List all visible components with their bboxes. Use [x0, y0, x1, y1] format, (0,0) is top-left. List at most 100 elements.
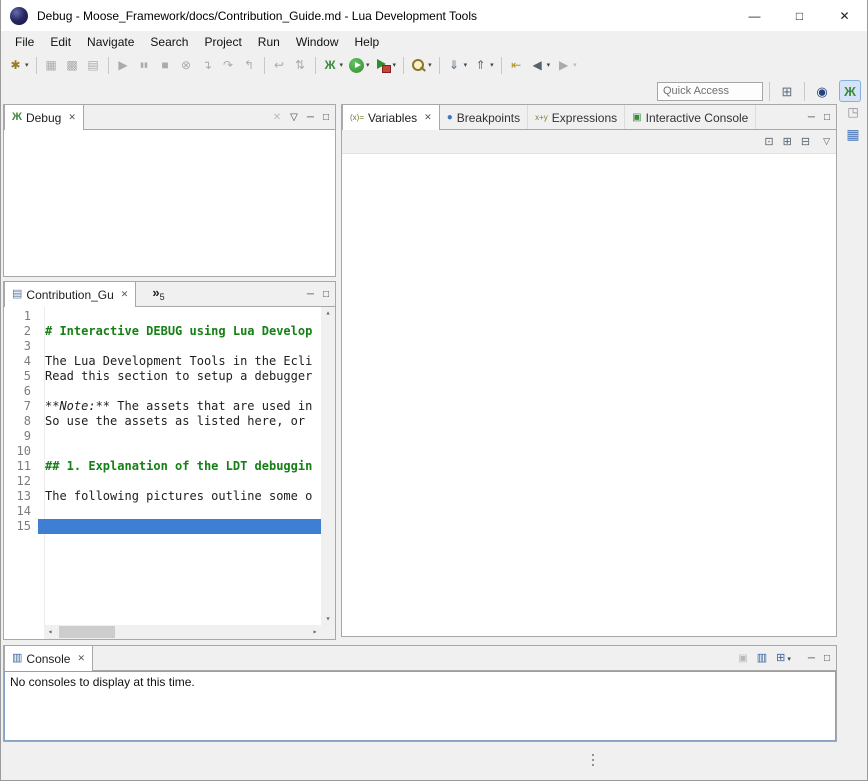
dropdown-arrow-icon[interactable]: ▾ — [428, 61, 432, 69]
menu-file[interactable]: File — [7, 33, 42, 51]
dropdown-arrow-icon[interactable]: ▾ — [393, 61, 397, 69]
dropdown-arrow-icon[interactable]: ▾ — [573, 61, 577, 69]
editor-line[interactable]: 4The Lua Development Tools in the Ecli — [4, 354, 321, 369]
terminate-button[interactable]: ■ — [156, 54, 175, 76]
next-annotation-button[interactable]: ⇓▾ — [445, 54, 470, 76]
menu-edit[interactable]: Edit — [42, 33, 79, 51]
show-logical-structures-button[interactable]: ⊞ — [783, 135, 792, 148]
open-console-button[interactable]: ⊞ ▾ — [776, 653, 791, 664]
quick-access-input[interactable] — [657, 82, 763, 101]
dropdown-arrow-icon[interactable]: ▾ — [490, 61, 494, 69]
save-all-button[interactable]: ▩ — [63, 54, 82, 76]
back-button[interactable]: ◀▾ — [528, 54, 553, 76]
tab-close-icon[interactable]: ✕ — [121, 289, 129, 300]
maximize-button[interactable]: □ — [323, 113, 329, 123]
perspective-debug-button[interactable]: Ж — [839, 80, 861, 102]
suspend-button[interactable]: ▮▮ — [135, 54, 154, 76]
minimize-button[interactable]: ─ — [808, 654, 815, 664]
editor-line[interactable]: 3 — [4, 339, 321, 354]
editor-line[interactable]: 14 — [4, 504, 321, 519]
menu-navigate[interactable]: Navigate — [79, 33, 142, 51]
tab-interactive-console[interactable]: ▣Interactive Console — [625, 105, 756, 130]
tab-variables[interactable]: (x)=Variables✕ — [342, 105, 440, 130]
run-button[interactable]: ▾ — [347, 54, 372, 76]
dropdown-arrow-icon[interactable]: ▾ — [547, 61, 551, 69]
debug-view-content[interactable] — [4, 130, 335, 276]
menu-run[interactable]: Run — [250, 33, 288, 51]
perspective-ldt-button[interactable]: ◉ — [811, 80, 833, 102]
editor-line[interactable]: 7**Note:** The assets that are used in — [4, 399, 321, 414]
search-button[interactable]: ▾ — [409, 54, 434, 76]
window-minimize-button[interactable]: — — [732, 0, 777, 31]
editor-line[interactable]: 15 — [4, 519, 321, 534]
print-button[interactable]: ▤ — [84, 54, 103, 76]
trim-drag-handle[interactable] — [591, 752, 595, 768]
editor-vertical-scrollbar[interactable]: ▴ ▾ — [321, 307, 335, 625]
editor-line[interactable]: 5Read this section to setup a debugger — [4, 369, 321, 384]
maximize-button[interactable]: □ — [323, 290, 329, 300]
editor-line[interactable]: 12 — [4, 474, 321, 489]
hidden-editors-indicator[interactable]: » 5 — [152, 282, 164, 307]
editor-line[interactable]: 8So use the assets as listed here, or — [4, 414, 321, 429]
scrollbar-thumb[interactable] — [59, 626, 115, 638]
step-return-button[interactable]: ↰ — [240, 54, 259, 76]
drop-to-frame-button[interactable]: ↩ — [270, 54, 289, 76]
editor-line[interactable]: 6 — [4, 384, 321, 399]
tab-debug[interactable]: Ж Debug ✕ — [4, 105, 84, 130]
menu-project[interactable]: Project — [196, 33, 249, 51]
menu-search[interactable]: Search — [142, 33, 196, 51]
new-wizard-button[interactable]: ✱▾ — [6, 54, 31, 76]
editor-line[interactable]: 13The following pictures outline some o — [4, 489, 321, 504]
editor-line[interactable]: 10 — [4, 444, 321, 459]
open-perspective-button[interactable]: ⊞ — [776, 80, 798, 102]
tab-console[interactable]: ▥ Console ✕ — [4, 646, 93, 671]
dropdown-arrow-icon[interactable]: ▾ — [787, 655, 791, 663]
tab-close-icon[interactable]: ✕ — [68, 112, 76, 123]
show-type-names-button[interactable]: ⊡ — [764, 135, 773, 148]
tab-contribution-guide[interactable]: ▤ Contribution_Gu ✕ — [4, 282, 136, 307]
use-step-filters-button[interactable]: ⇅ — [291, 54, 310, 76]
window-maximize-button[interactable]: □ — [777, 0, 822, 31]
disconnect-button[interactable]: ⊗ — [177, 54, 196, 76]
menu-help[interactable]: Help — [347, 33, 388, 51]
editor-content[interactable]: 12# Interactive DEBUG using Lua Develop3… — [4, 307, 335, 639]
dropdown-arrow-icon[interactable]: ▾ — [340, 61, 344, 69]
window-close-button[interactable]: ✕ — [822, 0, 867, 31]
dropdown-arrow-icon[interactable]: ▾ — [25, 61, 29, 69]
maximize-button[interactable]: □ — [824, 113, 830, 123]
tab-close-icon[interactable]: ✕ — [424, 112, 432, 123]
dropdown-arrow-icon[interactable]: ▾ — [366, 61, 370, 69]
save-button[interactable]: ▦ — [42, 54, 61, 76]
dropdown-arrow-icon[interactable]: ▾ — [464, 61, 468, 69]
editor-line[interactable]: 2# Interactive DEBUG using Lua Develop — [4, 324, 321, 339]
maximize-button[interactable]: □ — [824, 654, 830, 664]
scroll-down-icon[interactable]: ▾ — [326, 615, 331, 623]
console-content[interactable]: No consoles to display at this time. — [4, 671, 836, 741]
editor-line[interactable]: 9 — [4, 429, 321, 444]
tab-breakpoints[interactable]: ●Breakpoints — [440, 105, 528, 130]
remove-all-terminated-button[interactable]: ✕ — [273, 113, 281, 123]
debug-button[interactable]: Ж▾ — [321, 54, 346, 76]
previous-annotation-button[interactable]: ⇑▾ — [471, 54, 496, 76]
restore-minimized-views-button[interactable]: ◳ — [847, 106, 858, 118]
display-selected-console-button[interactable]: ▥ — [757, 653, 767, 664]
view-menu-button[interactable]: ▽ — [823, 136, 830, 147]
scrollbar-track[interactable] — [56, 625, 309, 639]
pin-console-button[interactable]: ▣ — [738, 654, 747, 664]
last-edit-location-button[interactable]: ⇤ — [507, 54, 526, 76]
editor-horizontal-scrollbar[interactable]: ◂ ▸ — [44, 625, 321, 639]
editor-lines[interactable]: 12# Interactive DEBUG using Lua Develop3… — [4, 309, 321, 625]
step-into-button[interactable]: ↴ — [198, 54, 217, 76]
view-menu-button[interactable]: ▽ — [290, 113, 298, 123]
scroll-up-icon[interactable]: ▴ — [326, 309, 331, 317]
resume-button[interactable]: ▶ — [114, 54, 133, 76]
minimize-button[interactable]: ─ — [307, 290, 314, 300]
collapse-all-button[interactable]: ⊟ — [801, 135, 810, 148]
minimize-button[interactable]: ─ — [808, 113, 815, 123]
editor-line[interactable]: 1 — [4, 309, 321, 324]
minimize-button[interactable]: ─ — [307, 113, 314, 123]
titlebar[interactable]: Debug - Moose_Framework/docs/Contributio… — [1, 0, 867, 31]
forward-button[interactable]: ▶▾ — [554, 54, 579, 76]
variables-content[interactable] — [342, 154, 836, 636]
scroll-right-icon[interactable]: ▸ — [309, 628, 321, 636]
